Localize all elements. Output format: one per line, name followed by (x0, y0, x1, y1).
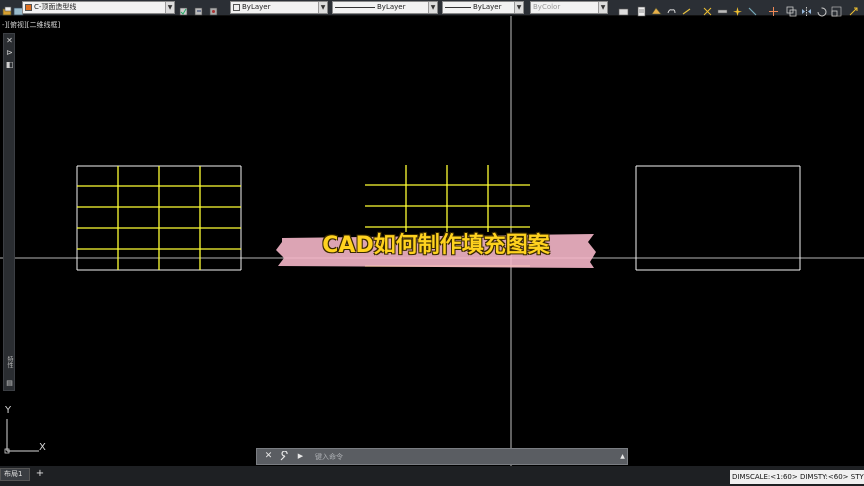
properties-icon[interactable]: ◧ (5, 60, 14, 69)
pin-icon[interactable]: ⊳ (5, 48, 14, 57)
wrench-icon[interactable] (279, 450, 290, 462)
properties-palette-strip: ✕ ⊳ ◧ 特性 ▤ (3, 33, 15, 391)
caption-text: CAD如何制作填充图案 (322, 233, 550, 258)
close-icon[interactable]: ✕ (5, 36, 14, 45)
palette-label: 特性 (6, 356, 13, 368)
properties-icon[interactable]: ▤ (5, 379, 14, 388)
viewport-controls-label[interactable]: -][俯视][二维线框] (2, 20, 60, 30)
add-layout-button[interactable]: + (34, 468, 46, 481)
status-bar: DIMSCALE:<1:60> DIMSTY:<60> STY (730, 470, 864, 484)
command-line: ✕ ▶ ▲ (256, 448, 628, 465)
ucs-icon: Y X (3, 405, 53, 455)
ucs-x-label: X (39, 442, 46, 453)
chevron-up-icon[interactable]: ▲ (617, 451, 628, 462)
command-input[interactable] (315, 451, 615, 462)
tab-layout1[interactable]: 布局1 (0, 468, 30, 481)
video-caption: CAD如何制作填充图案 (276, 232, 596, 268)
ucs-y-label: Y (5, 405, 12, 416)
close-icon[interactable]: ✕ (263, 451, 274, 462)
autocad-window: C-顶面造型线 ▼ ByLayer ▼ ByLayer ▼ ByLayer ▼ … (0, 0, 864, 486)
recent-commands-icon[interactable]: ▶ (295, 451, 306, 462)
